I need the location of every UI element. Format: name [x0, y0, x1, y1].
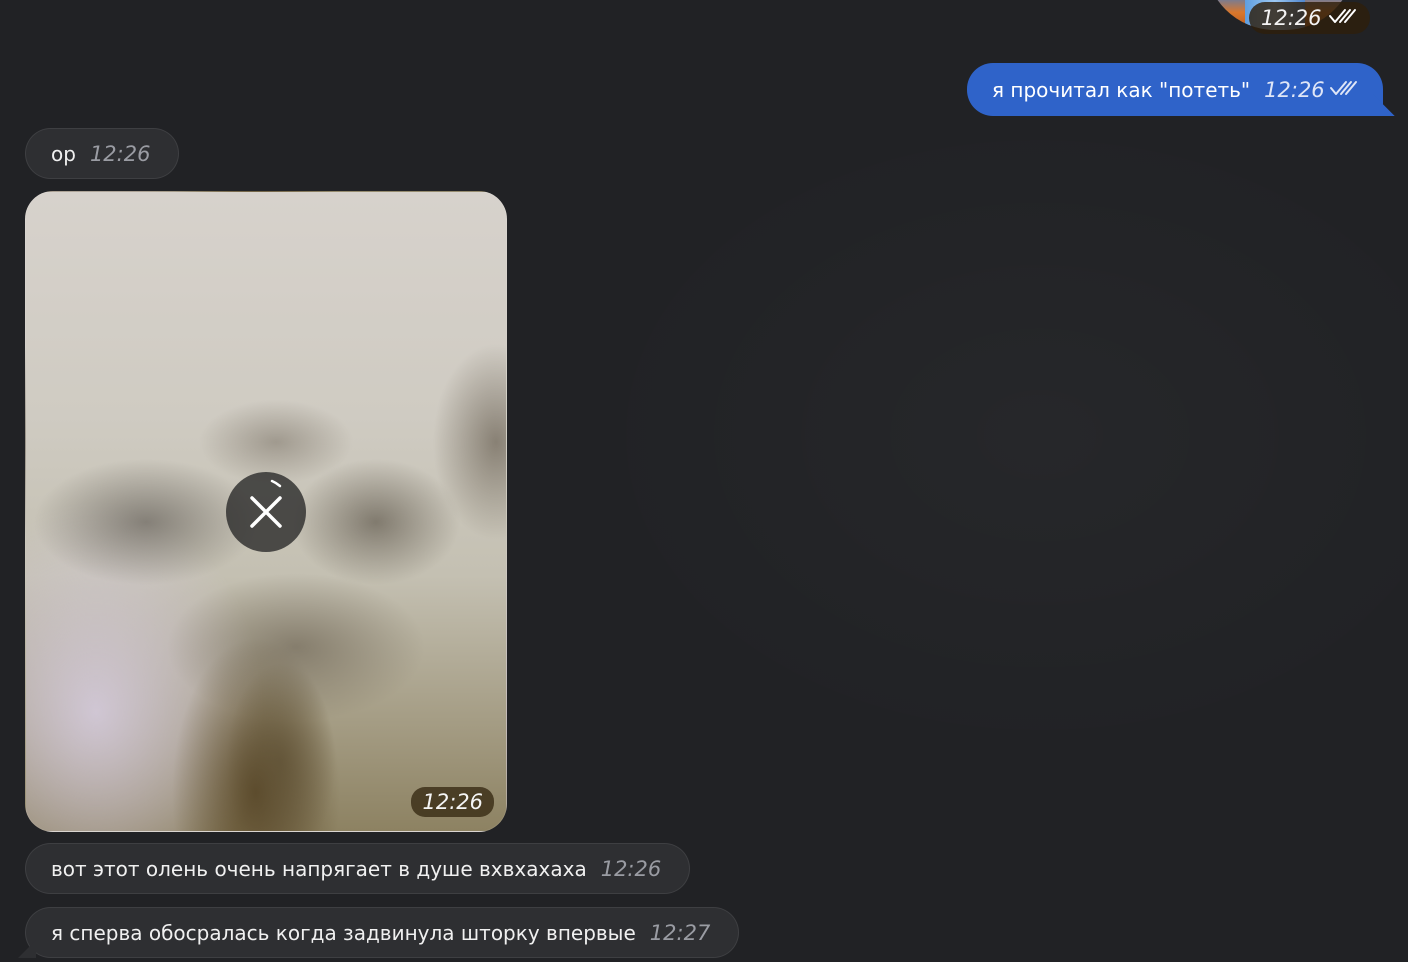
- bubble-tail: [1372, 94, 1395, 116]
- photo-message[interactable]: 12:26: [25, 191, 507, 832]
- sticker-time-badge: 12:26: [1249, 2, 1370, 34]
- message-time: 12:26: [1261, 6, 1322, 30]
- message-time: 12:26: [89, 141, 151, 166]
- outgoing-message[interactable]: я прочитал как "потеть" 12:26: [967, 63, 1395, 116]
- message-meta: 12:26: [1264, 78, 1359, 102]
- message-time: 12:26: [422, 790, 483, 814]
- double-check-icon: [1329, 78, 1359, 102]
- message-text: я прочитал как "потеть": [992, 77, 1251, 102]
- photo-content: [226, 662, 336, 831]
- cancel-download-button[interactable]: [226, 472, 306, 552]
- message-text: я сперва обосралась когда задвинула штор…: [51, 920, 636, 945]
- message-time: 12:26: [600, 856, 662, 881]
- message-time: 12:26: [1264, 77, 1325, 102]
- message-text: ор: [51, 141, 76, 166]
- double-check-icon: [1328, 6, 1358, 30]
- message-text: вот этот олень очень напрягает в душе вх…: [51, 856, 587, 881]
- bubble-tail: [18, 940, 36, 958]
- photo-time-badge: 12:26: [411, 787, 494, 817]
- close-icon: [250, 479, 282, 528]
- incoming-message[interactable]: вот этот олень очень напрягает в душе вх…: [25, 843, 691, 894]
- message-time: 12:27: [649, 920, 711, 945]
- chat-history[interactable]: 12:26 я прочитал как "потеть" 12:26 ор 1…: [0, 0, 1408, 962]
- incoming-message[interactable]: ор 12:26: [25, 128, 180, 179]
- incoming-message[interactable]: я сперва обосралась когда задвинула штор…: [18, 907, 740, 958]
